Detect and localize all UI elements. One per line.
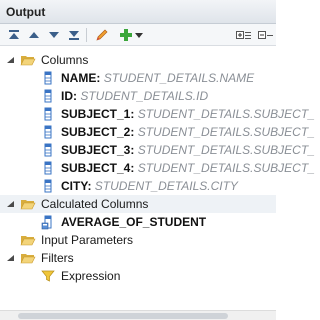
column-icon	[44, 143, 52, 157]
column-source: STUDENT_DETAILS.SUBJECT_	[137, 107, 315, 121]
tree-node-label: Calculated Columns	[41, 197, 149, 211]
add-button[interactable]	[118, 27, 134, 43]
column-item[interactable]: SUBJECT_2: STUDENT_DETAILS.SUBJECT_	[0, 123, 315, 141]
tree-node-label: Columns	[41, 53, 89, 67]
calculated-column-item[interactable]: AVERAGE_OF_STUDENT	[0, 213, 276, 231]
edit-button[interactable]	[94, 27, 110, 43]
column-item[interactable]: SUBJECT_1: STUDENT_DETAILS.SUBJECT_	[0, 105, 315, 123]
column-item[interactable]: NAME: STUDENT_DETAILS.NAME	[0, 69, 276, 87]
tree-node-input-parameters[interactable]: Input Parameters	[0, 231, 276, 249]
folder-open-icon	[20, 56, 36, 66]
panel-title: Output	[6, 5, 46, 19]
folder-open-icon	[20, 254, 36, 264]
add-dropdown-button[interactable]	[134, 27, 144, 43]
collapse-all-button[interactable]	[258, 27, 274, 43]
expand-all-button[interactable]	[236, 27, 252, 43]
column-name: SUBJECT_3	[61, 143, 131, 157]
tree-node-label: Filters	[41, 251, 74, 265]
down-arrow-icon	[49, 32, 59, 38]
move-top-button[interactable]	[6, 27, 22, 43]
column-item[interactable]: SUBJECT_4: STUDENT_DETAILS.SUBJECT_	[0, 159, 315, 177]
pencil-icon	[96, 29, 108, 41]
scrollbar-thumb[interactable]	[18, 313, 228, 319]
calculated-column-name: AVERAGE_OF_STUDENT	[61, 215, 207, 229]
column-source: STUDENT_DETAILS.SUBJECT_	[137, 125, 315, 139]
collapse-toggle-icon[interactable]	[4, 198, 16, 210]
toolbar-separator	[86, 28, 87, 42]
column-source: STUDENT_DETAILS.SUBJECT_	[137, 143, 315, 157]
column-icon	[44, 71, 52, 85]
column-icon	[44, 179, 52, 193]
tree-node-calculated-columns[interactable]: Calculated Columns	[0, 195, 276, 213]
plus-icon	[120, 29, 132, 41]
column-name: SUBJECT_4	[61, 161, 131, 175]
move-down-button[interactable]	[46, 27, 62, 43]
collapse-toggle-icon[interactable]	[4, 252, 16, 264]
column-name: ID	[61, 89, 73, 103]
horizontal-scrollbar[interactable]	[0, 310, 276, 320]
funnel-icon	[41, 270, 55, 282]
column-icon	[44, 125, 52, 139]
collapse-all-icon	[258, 31, 273, 39]
double-up-icon	[9, 30, 19, 39]
tree-node-columns[interactable]: Columns	[0, 51, 276, 69]
calculated-column-icon	[41, 215, 52, 230]
column-item[interactable]: ID: STUDENT_DETAILS.ID	[0, 87, 276, 105]
column-item[interactable]: CITY: STUDENT_DETAILS.CITY	[0, 177, 276, 195]
collapse-toggle-icon[interactable]	[4, 54, 16, 66]
filter-item[interactable]: Expression	[0, 267, 276, 285]
move-bottom-button[interactable]	[66, 27, 82, 43]
column-icon	[44, 107, 52, 121]
column-icon	[44, 161, 52, 175]
move-up-button[interactable]	[26, 27, 42, 43]
column-name: SUBJECT_2	[61, 125, 131, 139]
tree-node-filters[interactable]: Filters	[0, 249, 276, 267]
column-name: CITY	[61, 179, 88, 193]
double-down-icon	[69, 31, 79, 40]
output-tree: Columns NAME: STUDENT_DETAILS.NAME ID: S…	[0, 46, 315, 312]
chevron-down-icon	[135, 33, 143, 38]
folder-open-icon	[20, 200, 36, 210]
column-name: SUBJECT_1	[61, 107, 131, 121]
column-source: STUDENT_DETAILS.NAME	[103, 71, 255, 85]
expand-all-icon	[236, 31, 251, 39]
tree-node-label: Input Parameters	[41, 233, 134, 247]
column-source: STUDENT_DETAILS.ID	[80, 89, 209, 103]
column-item[interactable]: SUBJECT_3: STUDENT_DETAILS.SUBJECT_	[0, 141, 315, 159]
filter-label: Expression	[61, 269, 121, 283]
column-icon	[44, 89, 52, 103]
output-panel-header: Output	[0, 0, 276, 24]
column-name: NAME	[61, 71, 97, 85]
column-source: STUDENT_DETAILS.SUBJECT_	[137, 161, 315, 175]
folder-open-icon	[20, 236, 36, 246]
column-source: STUDENT_DETAILS.CITY	[94, 179, 238, 193]
toolbar	[0, 24, 276, 46]
up-arrow-icon	[29, 32, 39, 38]
